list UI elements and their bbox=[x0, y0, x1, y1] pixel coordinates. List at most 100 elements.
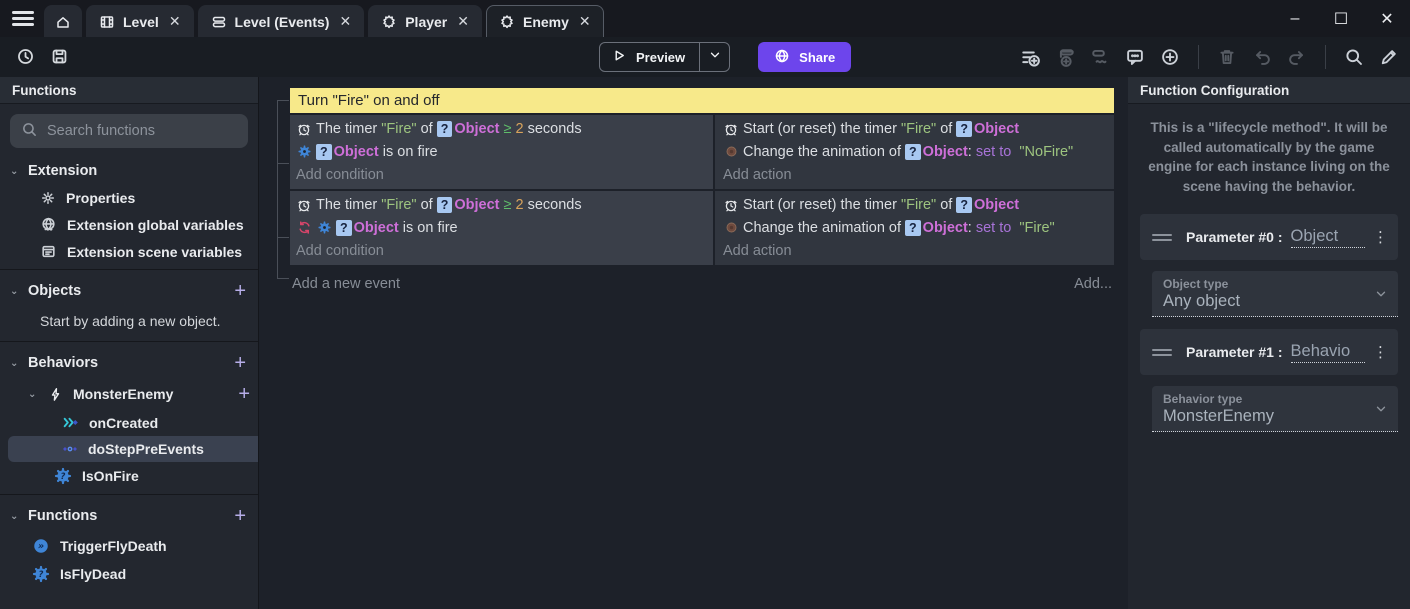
add-action-button[interactable]: Add action bbox=[723, 163, 1108, 186]
scene-variables-icon bbox=[40, 243, 57, 260]
add-behavior-function-button[interactable]: + bbox=[238, 384, 250, 404]
condition-timer[interactable]: The timer "Fire" of ?Object ≥ 2 seconds bbox=[296, 117, 707, 140]
gear-icon bbox=[40, 190, 56, 206]
tab-enemy[interactable]: Enemy ✕ bbox=[486, 5, 604, 37]
save-icon[interactable] bbox=[48, 45, 70, 67]
add-event-icon[interactable] bbox=[1019, 46, 1041, 68]
config-panel-title: Function Configuration bbox=[1128, 77, 1410, 104]
redo-icon bbox=[1286, 46, 1308, 68]
sidebar-item-monsterenemy[interactable]: ⌄ MonsterEnemy + bbox=[0, 379, 258, 409]
select-label: Behavior type bbox=[1163, 392, 1388, 406]
search-functions-input[interactable]: Search functions bbox=[10, 114, 248, 148]
event-row: The timer "Fire" of ?Object ≥ 2 seconds … bbox=[290, 115, 1114, 189]
share-label: Share bbox=[799, 50, 835, 65]
maximize-button[interactable]: ☐ bbox=[1318, 0, 1364, 37]
action-start-timer[interactable]: Start (or reset) the timer "Fire" of ?Ob… bbox=[723, 117, 1108, 140]
conditions-column: The timer "Fire" of ?Object ≥ 2 seconds … bbox=[290, 115, 713, 189]
drag-handle-icon[interactable] bbox=[1152, 232, 1172, 244]
globe-icon bbox=[40, 216, 57, 233]
tab-home[interactable] bbox=[44, 5, 82, 37]
search-icon bbox=[21, 121, 38, 141]
sidebar-item-triggerflydeath[interactable]: » TriggerFlyDeath bbox=[0, 532, 258, 560]
tab-label: Enemy bbox=[523, 14, 569, 30]
sidebar-item-dosteppreevents[interactable]: doStepPreEvents bbox=[8, 436, 258, 462]
add-new-event-button[interactable]: Add a new event bbox=[292, 276, 400, 292]
section-behaviors[interactable]: ⌄ Behaviors + bbox=[0, 346, 258, 379]
section-functions[interactable]: ⌄ Functions + bbox=[0, 499, 258, 532]
history-icon[interactable] bbox=[14, 45, 36, 67]
tab-level[interactable]: Level ✕ bbox=[86, 5, 194, 37]
close-tab-icon[interactable]: ✕ bbox=[337, 13, 351, 30]
actions-column: Start (or reset) the timer "Fire" of ?Ob… bbox=[715, 191, 1114, 265]
condition-timer[interactable]: The timer "Fire" of ?Object ≥ 2 seconds bbox=[296, 193, 707, 216]
object-type-select[interactable]: Object type Any object bbox=[1152, 271, 1398, 317]
action-change-animation[interactable]: Change the animation of ?Object: set to … bbox=[723, 140, 1108, 163]
behavior-type-select[interactable]: Behavior type MonsterEnemy bbox=[1152, 386, 1398, 432]
events-list-icon bbox=[211, 14, 227, 30]
share-button[interactable]: Share bbox=[758, 42, 851, 72]
event-comment[interactable]: Turn "Fire" on and off bbox=[290, 88, 1114, 113]
parameter-name-input[interactable]: Behavio bbox=[1291, 342, 1365, 363]
chevron-down-icon: ⌄ bbox=[10, 358, 20, 369]
add-object-button[interactable]: + bbox=[234, 281, 246, 301]
action-change-animation[interactable]: Change the animation of ?Object: set to … bbox=[723, 216, 1108, 239]
parameter-name-input[interactable]: Object bbox=[1291, 227, 1365, 248]
timer-icon bbox=[723, 121, 739, 137]
globe-icon bbox=[774, 48, 790, 67]
on-created-icon bbox=[62, 414, 79, 431]
minimize-button[interactable]: – bbox=[1272, 0, 1318, 37]
section-objects[interactable]: ⌄ Objects + bbox=[0, 274, 258, 307]
search-icon[interactable] bbox=[1343, 46, 1365, 68]
sidebar-item-oncreated[interactable]: onCreated bbox=[0, 409, 258, 436]
sidebar-item-extension-global-variables[interactable]: Extension global variables bbox=[0, 211, 258, 238]
sidebar-item-properties[interactable]: Properties bbox=[0, 185, 258, 211]
close-tab-icon[interactable]: ✕ bbox=[167, 13, 181, 30]
sidebar-item-isflydead[interactable]: ? IsFlyDead bbox=[0, 560, 258, 588]
animation-icon bbox=[723, 144, 739, 160]
film-icon bbox=[99, 14, 115, 30]
select-value: MonsterEnemy bbox=[1163, 407, 1388, 426]
animation-icon bbox=[723, 220, 739, 236]
svg-text:»: » bbox=[38, 541, 44, 552]
parameter-0-row: Parameter #0 : Object ⋮ bbox=[1140, 214, 1398, 260]
condition-is-on-fire[interactable]: ?Object is on fire bbox=[296, 140, 707, 163]
tab-level-events[interactable]: Level (Events) ✕ bbox=[198, 5, 365, 37]
edit-extension-icon[interactable] bbox=[1378, 46, 1400, 68]
tab-label: Player bbox=[405, 14, 447, 30]
add-more-button[interactable]: Add... bbox=[1074, 276, 1112, 292]
toolbar: Preview Share bbox=[0, 37, 1410, 77]
svg-text:?: ? bbox=[61, 471, 66, 481]
add-function-button[interactable]: + bbox=[234, 506, 246, 526]
sidebar-item-isonfire[interactable]: ? IsOnFire bbox=[0, 462, 258, 490]
add-condition-button[interactable]: Add condition bbox=[296, 163, 707, 186]
chevron-down-icon: ⌄ bbox=[28, 389, 38, 400]
sidebar-title: Functions bbox=[0, 77, 258, 104]
preview-options-button[interactable] bbox=[699, 43, 729, 71]
add-behavior-button[interactable]: + bbox=[234, 353, 246, 373]
add-circle-icon[interactable] bbox=[1159, 46, 1181, 68]
action-start-timer[interactable]: Start (or reset) the timer "Fire" of ?Ob… bbox=[723, 193, 1108, 216]
condition-is-on-fire-inverted[interactable]: ?Object is on fire bbox=[296, 216, 707, 239]
add-condition-button[interactable]: Add condition bbox=[296, 239, 707, 262]
objects-empty-text: Start by adding a new object. bbox=[0, 307, 258, 337]
trigger-function-icon: » bbox=[32, 537, 50, 555]
delete-icon bbox=[1216, 46, 1238, 68]
tab-player[interactable]: Player ✕ bbox=[368, 5, 482, 37]
play-icon bbox=[612, 48, 627, 66]
tab-bar: Level ✕ Level (Events) ✕ Player ✕ Enemy … bbox=[44, 0, 608, 37]
close-tab-icon[interactable]: ✕ bbox=[577, 13, 591, 30]
sidebar-item-extension-scene-variables[interactable]: Extension scene variables bbox=[0, 238, 258, 265]
close-button[interactable]: ✕ bbox=[1364, 0, 1410, 37]
drag-handle-icon[interactable] bbox=[1152, 347, 1172, 359]
tab-label: Level (Events) bbox=[235, 14, 330, 30]
chevron-down-icon bbox=[708, 48, 722, 67]
add-comment-icon[interactable] bbox=[1124, 46, 1146, 68]
preview-button[interactable]: Preview bbox=[599, 42, 730, 72]
add-action-button[interactable]: Add action bbox=[723, 239, 1108, 262]
close-tab-icon[interactable]: ✕ bbox=[455, 13, 469, 30]
kebab-menu-icon[interactable]: ⋮ bbox=[1373, 228, 1388, 246]
main-menu-icon[interactable] bbox=[12, 11, 34, 26]
section-extension[interactable]: ⌄ Extension bbox=[0, 156, 258, 185]
kebab-menu-icon[interactable]: ⋮ bbox=[1373, 343, 1388, 361]
toolbar-right-icons bbox=[1019, 45, 1400, 69]
